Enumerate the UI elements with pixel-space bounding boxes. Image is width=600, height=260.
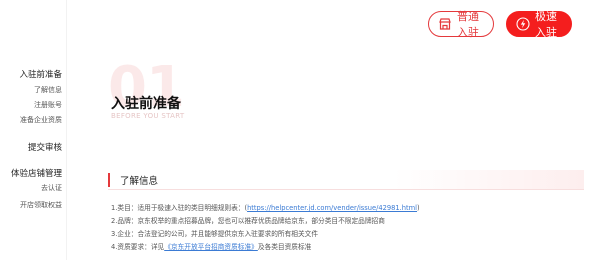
fast-join-label: 极速入驻 <box>535 10 557 39</box>
sidebar-item-learn-info[interactable]: 了解信息 <box>34 85 62 95</box>
sidebar-nav: 入驻前准备 了解信息 注册账号 准备企业资质 提交审核 体验店铺管理 去认证 开… <box>0 0 62 260</box>
sidebar-item-certify[interactable]: 去认证 <box>41 183 62 193</box>
join-actions: 普通入驻 极速入驻 <box>428 10 572 39</box>
info-panel-title: 了解信息 <box>120 175 159 187</box>
fast-join-button[interactable]: 极速入驻 <box>506 10 572 39</box>
section-title: 入驻前准备 <box>111 96 181 112</box>
info-line-qualification-text: 4.资质要求：详见 <box>111 243 165 251</box>
section-subtitle: BEFORE YOU START <box>111 112 185 120</box>
sidebar-group-store-manage[interactable]: 体验店铺管理 <box>11 167 62 179</box>
store-icon <box>438 17 452 31</box>
info-line-category: 1.类目：适用于极速入驻的类目明细规则表：(https://helpcenter… <box>111 202 420 212</box>
accent-bar <box>108 172 110 187</box>
normal-join-button[interactable]: 普通入驻 <box>428 10 494 39</box>
sidebar-item-register[interactable]: 注册账号 <box>34 100 62 110</box>
qualification-standard-link[interactable]: 《京东开放平台招商资质标准》 <box>164 243 258 251</box>
category-rules-link[interactable]: https://helpcenter.jd.com/vender/issue/4… <box>247 204 417 212</box>
sidebar-divider <box>66 0 67 260</box>
sidebar-item-benefits[interactable]: 开店领取权益 <box>20 200 62 210</box>
info-line-qualification: 4.资质要求：详见《京东开放平台招商资质标准》及各类目资质标准 <box>111 241 311 251</box>
info-line-category-text: 1.类目：适用于极速入驻的类目明细规则表：( <box>111 204 248 212</box>
sidebar-group-prepare[interactable]: 入驻前准备 <box>19 68 62 80</box>
info-line-brand: 2.品牌：京东权举的重点招募品牌，您也可以推荐优质品牌给京东，部分类目不限定品牌… <box>111 217 385 225</box>
info-line-category-suffix: ) <box>417 204 420 212</box>
sidebar-item-qualification[interactable]: 准备企业资质 <box>20 115 62 125</box>
normal-join-label: 普通入驻 <box>457 10 479 39</box>
info-line-qualification-suffix: 及各类目资质标准 <box>257 243 312 251</box>
info-panel-header: 了解信息 <box>108 170 584 190</box>
lightning-icon <box>516 17 530 31</box>
sidebar-group-submit[interactable]: 提交审核 <box>28 141 62 153</box>
info-line-company: 3.企业：合法登记的公司，并且能够提供京东入驻要求的所有相关文件 <box>111 230 319 238</box>
